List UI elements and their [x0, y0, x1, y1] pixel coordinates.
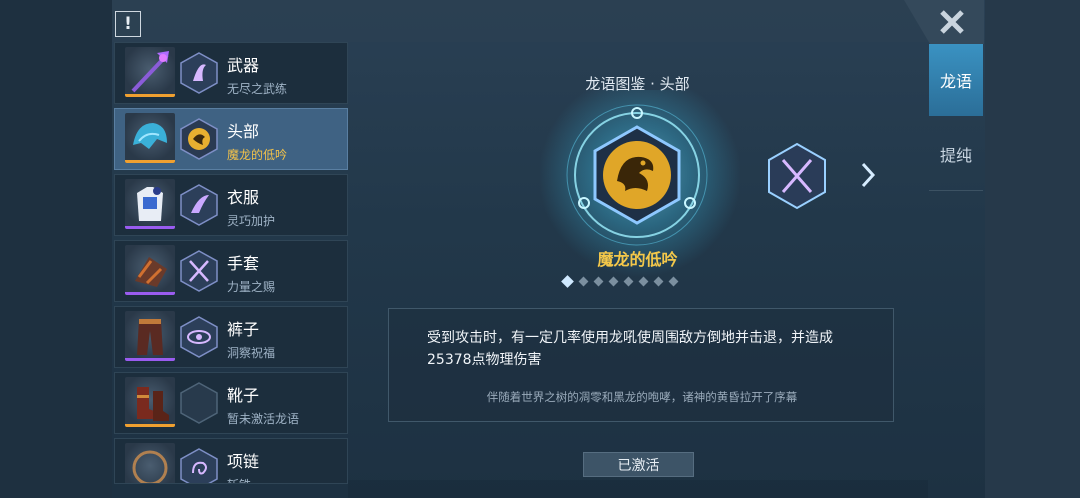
rune-flavor-text: 伴随着世界之树的凋零和黑龙的咆哮，诸神的黄昏拉开了序幕 — [486, 390, 798, 404]
equip-rune-name: 斩铁 — [227, 476, 251, 483]
golden-dragon-rune-icon[interactable] — [555, 95, 720, 260]
crossed-swords-rune-icon[interactable] — [766, 142, 828, 210]
activated-button[interactable]: 已激活 — [583, 452, 694, 477]
crossed-swords-rune-icon — [180, 250, 218, 292]
page-dot[interactable] — [623, 276, 634, 286]
page-dot-active[interactable] — [561, 274, 574, 288]
page-dot[interactable] — [638, 276, 649, 286]
equip-rune-name: 魔龙的低吟 — [227, 148, 288, 162]
equip-rune-name: 暂未激活龙语 — [227, 412, 300, 426]
chevron-right-icon[interactable] — [858, 160, 878, 190]
staff-icon — [125, 47, 175, 97]
golden-dragon-rune-icon — [180, 118, 218, 160]
tab-refine[interactable]: 提纯 — [929, 118, 983, 191]
equip-item-head[interactable]: 头部 魔龙的低吟 — [114, 108, 348, 170]
equip-name: 项链 — [227, 452, 260, 471]
equip-item-weapon[interactable]: 武器 无尽之武练 — [114, 42, 348, 104]
boots-icon — [125, 377, 175, 427]
equip-item-boots[interactable]: 靴子 暂未激活龙语 — [114, 372, 348, 434]
page-indicator[interactable] — [561, 274, 679, 288]
equip-name: 衣服 — [227, 188, 260, 207]
equip-item-clothes[interactable]: 衣服 灵巧加护 — [114, 174, 348, 236]
necklace-icon — [125, 443, 175, 483]
gauntlet-icon — [125, 245, 175, 295]
equip-item-pants[interactable]: 裤子 洞察祝福 — [114, 306, 348, 368]
equip-rune-name: 力量之赐 — [227, 280, 276, 294]
equip-name: 武器 — [227, 56, 260, 75]
left-background — [0, 0, 112, 498]
equip-name: 裤子 — [227, 320, 260, 339]
equip-item-necklace[interactable]: 项链 斩铁 — [114, 438, 348, 484]
armor-icon — [125, 179, 175, 229]
page-dot[interactable] — [668, 276, 679, 286]
rune-name: 魔龙的低吟 — [597, 250, 678, 269]
equip-item-gloves[interactable]: 手套 力量之赐 — [114, 240, 348, 302]
page-dot[interactable] — [653, 276, 664, 286]
feather-rune-icon — [180, 184, 218, 226]
eye-rune-icon — [180, 316, 218, 358]
page-dot[interactable] — [593, 276, 604, 286]
equip-name: 靴子 — [227, 386, 260, 405]
swirl-rune-icon — [180, 448, 218, 483]
pants-icon — [125, 311, 175, 361]
close-x-icon[interactable] — [904, 0, 984, 44]
equipment-list: 武器 无尽之武练 头部 魔龙的低吟 衣服 灵巧加护 手套 力量之赐 裤子 洞察祝… — [114, 42, 348, 488]
top-frame — [112, 0, 932, 42]
helmet-icon — [125, 113, 175, 163]
equip-name: 头部 — [227, 122, 260, 141]
right-background — [985, 0, 1080, 498]
page-dot[interactable] — [608, 276, 619, 286]
equip-name: 手套 — [227, 254, 260, 273]
rune-description-panel: 受到攻击时，有一定几率使用龙吼使周围敌方倒地并击退，并造成25378点物理伤害 … — [388, 308, 894, 422]
equip-rune-name: 灵巧加护 — [227, 214, 276, 228]
alert-icon[interactable]: ! — [115, 11, 141, 37]
equip-rune-name: 洞察祝福 — [227, 346, 276, 360]
phoenix-rune-icon — [180, 52, 218, 94]
page-dot[interactable] — [578, 276, 589, 286]
tab-dragon-language[interactable]: 龙语 — [929, 44, 983, 116]
bottom-shadow — [348, 480, 928, 498]
rune-effect-text: 受到攻击时，有一定几率使用龙吼使周围敌方倒地并击退，并造成25378点物理伤害 — [427, 330, 833, 368]
empty-rune-slot-icon — [180, 382, 218, 424]
equip-rune-name: 无尽之武练 — [227, 82, 288, 96]
